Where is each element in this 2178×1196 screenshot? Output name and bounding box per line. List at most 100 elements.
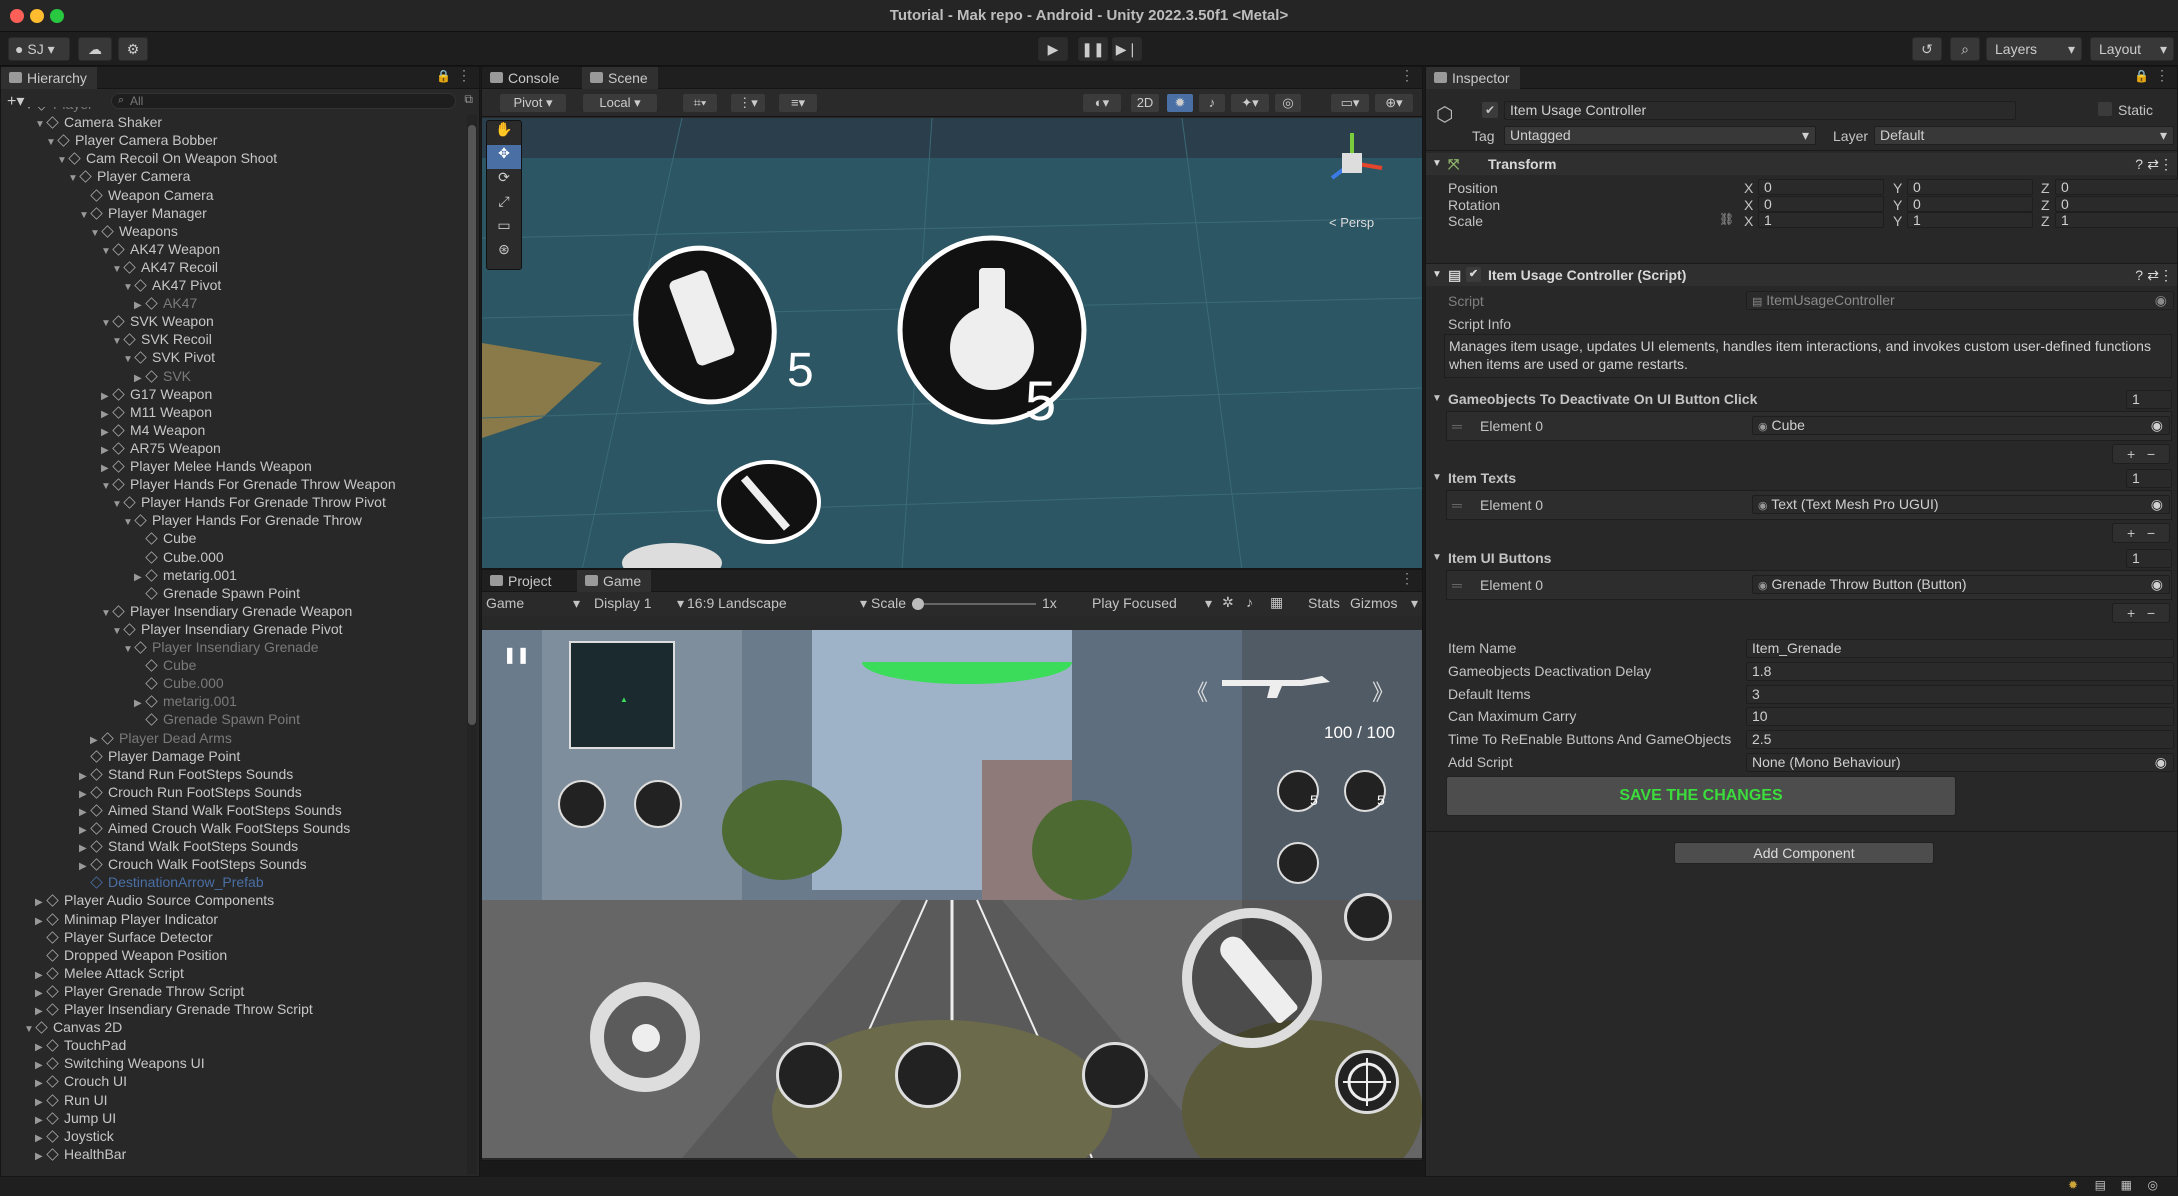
hierarchy-item[interactable]: ▶ metarig.001 (1, 692, 465, 710)
persp-label[interactable]: < Persp (1329, 215, 1374, 230)
hierarchy-item[interactable]: ▶ Switching Weapons UI (1, 1054, 465, 1072)
hierarchy-item[interactable]: ▶ Minimap Player Indicator (1, 910, 465, 928)
transform-position-y-field[interactable]: 0 (1907, 179, 2033, 195)
hierarchy-item[interactable]: ▶ Stand Walk FootSteps Sounds (1, 837, 465, 855)
next-weapon-icon[interactable]: 》 (1372, 675, 1394, 707)
hierarchy-item[interactable]: Weapon Camera (1, 186, 465, 204)
hierarchy-item[interactable]: ▶ Run UI (1, 1091, 465, 1109)
help-icon[interactable]: ? (2135, 153, 2143, 175)
hierarchy-item[interactable]: Cube (1, 656, 465, 674)
crouch-button[interactable] (1082, 1042, 1148, 1108)
object-picker-icon[interactable]: ◉ (2155, 754, 2167, 771)
scene-viewport[interactable]: 5 5 ✋ ✥ ⟳ ⤢ ▭ ⊛ < Persp (482, 118, 1422, 568)
tag-dropdown[interactable]: Untagged ▾ (1504, 126, 1816, 145)
object-picker-icon[interactable]: ◉ (2151, 576, 2163, 593)
hierarchy-item[interactable]: ▼ Player Camera Bobber (1, 131, 465, 149)
lightbulb-icon[interactable]: ✹ (2068, 1178, 2078, 1192)
previous-weapon-icon[interactable]: 《 (1186, 675, 1208, 707)
history-icon[interactable]: ↺ (1912, 37, 1942, 61)
hierarchy-item[interactable]: Grenade Spawn Point (1, 710, 465, 728)
debug-icon[interactable]: ◎ (2148, 1178, 2158, 1192)
hierarchy-item[interactable]: Cube (1, 529, 465, 547)
run-button[interactable] (776, 1042, 842, 1108)
list-foldout-arrow-icon[interactable]: ▼ (1432, 393, 1442, 404)
grenade-slot-icon[interactable] (558, 780, 606, 828)
layout-dropdown[interactable]: Layout ▾ (2090, 37, 2174, 61)
mute-audio-icon[interactable]: ♪ (1246, 594, 1253, 610)
pause-game-button[interactable]: ❚❚ (503, 645, 530, 665)
pivot-dropdown[interactable]: Pivot ▾ (499, 93, 567, 113)
hierarchy-item[interactable]: ▼Player (1, 107, 465, 113)
stats-button[interactable]: Stats (1308, 595, 1340, 611)
hierarchy-item[interactable]: Player Surface Detector (1, 928, 465, 946)
pause-button[interactable]: ❚❚ (1078, 37, 1108, 61)
lighting-icon[interactable]: ✹ (1166, 93, 1194, 113)
hierarchy-item[interactable]: Grenade Spawn Point (1, 584, 465, 602)
aim-crosshair-button[interactable] (1335, 1050, 1399, 1114)
hierarchy-item[interactable]: ▼ Cam Recoil On Weapon Shoot (1, 149, 465, 167)
move-tool-icon[interactable]: ✥ (487, 145, 521, 169)
hierarchy-item[interactable]: ▶ Melee Attack Script (1, 964, 465, 982)
preset-icon[interactable]: ⇄ (2147, 264, 2159, 286)
hierarchy-item[interactable]: ▼ Camera Shaker (1, 113, 465, 131)
component-menu-icon[interactable]: ⋮ (2159, 153, 2173, 175)
hierarchy-item[interactable]: Dropped Weapon Position (1, 946, 465, 964)
jump-button[interactable] (895, 1042, 961, 1108)
hierarchy-item[interactable]: Player Damage Point (1, 747, 465, 765)
gizmos-icon[interactable]: ⊕▾ (1374, 93, 1414, 113)
hierarchy-item[interactable]: Cube.000 (1, 674, 465, 692)
lock-icon[interactable]: 🔒 (436, 69, 451, 83)
property-field[interactable]: Item_Grenade (1746, 639, 2174, 658)
drag-handle-icon[interactable]: ═ (1452, 577, 1462, 593)
tab-inspector[interactable]: Inspector (1426, 67, 1520, 89)
game-viewport[interactable]: ❚❚ ▲ 《 》 100 / 100 5 5 (482, 630, 1422, 1158)
hierarchy-item[interactable]: ▶ SVK (1, 367, 465, 385)
step-button[interactable]: ▶❘ (1112, 37, 1142, 61)
list-element-field[interactable]: ◉ Grenade Throw Button (Button) ◉ (1752, 575, 2170, 594)
transform-rotation-z-field[interactable]: 0 (2055, 195, 2178, 212)
reload-button[interactable] (1344, 893, 1392, 941)
transform-scale-y-field[interactable]: 1 (1907, 212, 2033, 228)
snap-increment-icon[interactable]: ⋮▾ (730, 93, 766, 113)
hierarchy-item[interactable]: ▼ Player Insendiary Grenade (1, 638, 465, 656)
tab-project[interactable]: Project (482, 570, 562, 592)
property-field[interactable]: None (Mono Behaviour) ◉ (1746, 753, 2174, 772)
layers-dropdown[interactable]: Layers ▾ (1986, 37, 2082, 61)
hierarchy-item[interactable]: ▶ Aimed Crouch Walk FootSteps Sounds (1, 819, 465, 837)
transform-position-z-field[interactable]: 0 (2055, 179, 2178, 195)
hierarchy-item[interactable]: ▶ Crouch Run FootSteps Sounds (1, 783, 465, 801)
save-changes-button[interactable]: SAVE THE CHANGES (1446, 776, 1956, 816)
hierarchy-item[interactable]: ▶ TouchPad (1, 1036, 465, 1054)
hierarchy-item[interactable]: ▼ Player Insendiary Grenade Pivot (1, 620, 465, 638)
add-element-icon[interactable]: + (2127, 605, 2135, 621)
hierarchy-item[interactable]: ▼ AK47 Pivot (1, 276, 465, 294)
property-field[interactable]: 2.5 (1746, 730, 2174, 750)
hierarchy-item[interactable]: ▶ Aimed Stand Walk FootSteps Sounds (1, 801, 465, 819)
ruler-icon[interactable]: ≡▾ (778, 93, 818, 113)
audio-icon[interactable]: ♪ (1198, 93, 1226, 113)
hierarchy-item[interactable]: ▶ AR75 Weapon (1, 439, 465, 457)
hierarchy-item[interactable]: ▶ Player Insendiary Grenade Throw Script (1, 1000, 465, 1018)
account-dropdown[interactable]: ● SJ ▾ (8, 37, 70, 61)
shading-mode-icon[interactable]: ◐▾ (1082, 93, 1122, 113)
preset-icon[interactable]: ⇄ (2147, 153, 2159, 175)
rect-tool-icon[interactable]: ▭ (487, 217, 521, 241)
static-checkbox[interactable] (2098, 102, 2112, 116)
hierarchy-item[interactable]: DestinationArrow_Prefab (1, 873, 465, 891)
list-element-field[interactable]: ◉ Text (Text Mesh Pro UGUI) ◉ (1752, 495, 2170, 514)
transform-scale-x-field[interactable]: 1 (1758, 212, 1884, 228)
hierarchy-item[interactable]: ▶ AK47 (1, 294, 465, 312)
hierarchy-item[interactable]: ▶ M11 Weapon (1, 403, 465, 421)
hierarchy-item[interactable]: ▶ Jump UI (1, 1109, 465, 1127)
hierarchy-item[interactable]: ▼ Player Insendiary Grenade Weapon (1, 602, 465, 620)
progress-icon[interactable]: ▤ (2095, 1178, 2106, 1192)
panel-menu-icon[interactable]: ⋮ (2155, 67, 2169, 84)
property-field[interactable]: 3 (1746, 684, 2174, 704)
list-size-field[interactable]: 1 (2126, 390, 2172, 409)
hierarchy-item[interactable]: ▶ Player Melee Hands Weapon (1, 457, 465, 475)
hierarchy-item[interactable]: ▼ SVK Recoil (1, 330, 465, 348)
lock-icon[interactable]: 🔒 (2134, 69, 2149, 83)
hierarchy-item[interactable]: ▶ M4 Weapon (1, 421, 465, 439)
hidden-objects-icon[interactable]: ◎ (1274, 93, 1302, 113)
hierarchy-item[interactable]: ▼ Player Hands For Grenade Throw Pivot (1, 493, 465, 511)
